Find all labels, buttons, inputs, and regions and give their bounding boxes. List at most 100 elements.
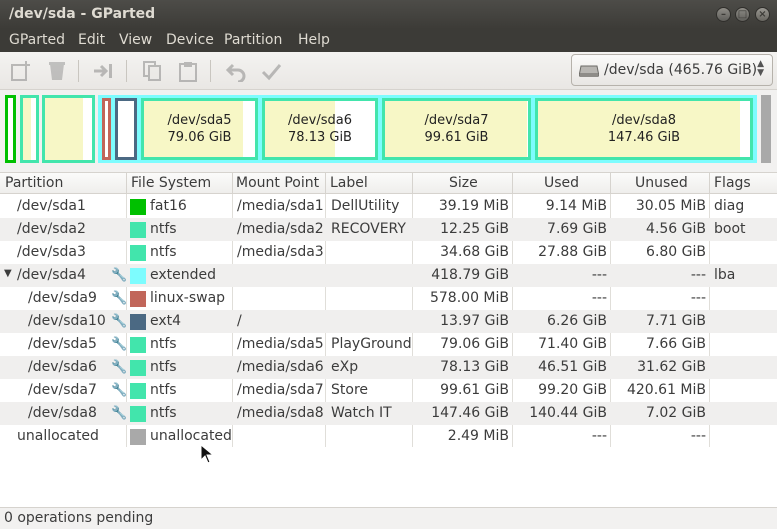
cell-size: 578.00 MiB [429,290,509,306]
table-row[interactable]: /dev/sda5 🔧 ntfs/media/sda5 PlayGround 79.06… [0,333,777,356]
mounted-key-icon: 🔧 [111,291,128,306]
cell-unused: 6.80 GiB [646,244,706,260]
cell-partition: /dev/sda8 [28,405,97,421]
mounted-key-icon: 🔧 [111,360,128,375]
table-row[interactable]: /dev/sda3 ntfs/media/sda3 34.68 GiB 27.88 G… [0,241,777,264]
cell-mountpoint: /media/sda5 [237,336,324,352]
disk-segment-sda9[interactable] [102,98,111,160]
table-row[interactable]: /dev/sda7 🔧 ntfs/media/sda7 Store 99.61 GiB 9… [0,379,777,402]
undo-icon[interactable] [225,60,247,82]
cell-size: 12.25 GiB [440,221,509,237]
window-title: /dev/sda - GParted [9,6,156,22]
disk-map: /dev/sda5 79.06 GiB /dev/sda6 78.13 GiB … [0,90,777,169]
cell-mountpoint: /media/sda8 [237,405,324,421]
menu-partition[interactable]: Partition [224,32,282,48]
disk-segment-label: /dev/sda8 [612,113,676,128]
title-bar: /dev/sda - GParted – □ × [0,0,777,29]
column-header-mountpoint[interactable]: Mount Point [236,175,319,191]
cell-partition: /dev/sda9 [28,290,97,306]
table-row[interactable]: /dev/sda8 🔧 ntfs/media/sda8 Watch IT 147.46 … [0,402,777,425]
table-row[interactable]: /dev/sda6 🔧 ntfs/media/sda6 eXp 78.13 GiB 46.… [0,356,777,379]
cell-filesystem: unallocated [150,428,232,444]
cell-mountpoint: /media/sda7 [237,382,324,398]
column-header-used[interactable]: Used [544,175,579,191]
cell-partition: unallocated [17,428,99,444]
cell-used: 7.69 GiB [547,221,607,237]
disk-segment-sda6[interactable]: /dev/sda6 78.13 GiB [262,98,378,160]
disk-segment-sda3[interactable] [42,95,95,163]
menu-device[interactable]: Device [166,32,214,48]
disk-segment-sda5[interactable]: /dev/sda5 79.06 GiB [141,98,258,160]
disk-segment-sda8[interactable]: /dev/sda8 147.46 GiB [535,98,753,160]
table-row[interactable]: /dev/sda10 🔧 ext4 / 13.97 GiB 6.26 GiB 7.71 Gi… [0,310,777,333]
cell-unused: 7.66 GiB [646,336,706,352]
cell-label: eXp [331,359,359,375]
cell-filesystem: ext4 [150,313,182,329]
mouse-cursor-icon [200,444,214,464]
table-row[interactable]: /dev/sda9 🔧 linux-swap 578.00 MiB --- --- [0,287,777,310]
cell-flags: lba [714,267,736,283]
cell-size: 34.68 GiB [440,244,509,260]
disk-segment-sda7[interactable]: /dev/sda7 99.61 GiB [382,98,531,160]
new-partition-icon[interactable] [10,60,32,82]
delete-icon[interactable] [46,60,68,82]
menu-edit[interactable]: Edit [78,32,105,48]
column-header-partition[interactable]: Partition [5,175,63,191]
maximize-icon[interactable]: □ [735,7,750,22]
cell-filesystem: ntfs [150,382,177,398]
copy-icon[interactable] [141,60,163,82]
disk-segment-unallocated[interactable] [761,95,771,163]
mounted-key-icon: 🔧 [111,406,128,421]
cell-filesystem: extended [150,267,217,283]
paste-icon[interactable] [177,60,199,82]
cell-label: Watch IT [331,405,392,421]
column-header-unused[interactable]: Unused [635,175,688,191]
table-header: Partition File System Mount Point Label … [0,172,777,195]
close-icon[interactable]: × [755,7,770,22]
cell-partition: /dev/sda10 [28,313,106,329]
disk-segment-label: /dev/sda6 [288,113,352,128]
table-row[interactable]: /dev/sda1 fat16/media/sda1 DellUtility 39.1… [0,195,777,218]
menu-view[interactable]: View [119,32,152,48]
expander-icon[interactable]: ▼ [4,268,12,279]
cell-partition: /dev/sda3 [17,244,86,260]
disk-segment-sda10[interactable] [115,98,137,160]
cell-used: --- [591,290,607,306]
menu-gparted[interactable]: GParted [9,32,65,48]
column-header-flags[interactable]: Flags [714,175,751,191]
cell-label: PlayGround [331,336,412,352]
table-row[interactable]: ▼ /dev/sda4 🔧 extended 418.79 GiB --- --- lba [0,264,777,287]
table-row[interactable]: /dev/sda2 ntfs/media/sda2 RECOVERY 12.25 Gi… [0,218,777,241]
filesystem-color-swatch [130,383,146,399]
cell-used: 6.26 GiB [547,313,607,329]
cell-unused: 4.56 GiB [646,221,706,237]
table-row[interactable]: unallocated unallocated 2.49 MiB --- --- [0,425,777,448]
column-header-size[interactable]: Size [449,175,478,191]
apply-icon[interactable] [260,60,282,82]
resize-move-icon[interactable] [92,60,114,82]
cell-size: 2.49 MiB [447,428,509,444]
column-header-label[interactable]: Label [330,175,368,191]
device-selector[interactable]: /dev/sda (465.76 GiB) ▲ ▼ [571,54,773,86]
cell-used: 27.88 GiB [538,244,607,260]
cell-partition: /dev/sda6 [28,359,97,375]
filesystem-color-swatch [130,199,146,215]
column-header-filesystem[interactable]: File System [131,175,211,191]
menu-help[interactable]: Help [298,32,330,48]
filesystem-color-swatch [130,291,146,307]
filesystem-color-swatch [130,222,146,238]
disk-segment-sda2[interactable] [20,95,39,163]
cell-unused: 30.05 MiB [635,198,706,214]
cell-used: 99.20 GiB [538,382,607,398]
filesystem-color-swatch [130,360,146,376]
mounted-key-icon: 🔧 [111,337,128,352]
disk-segment-size: 99.61 GiB [424,130,489,145]
cell-size: 418.79 GiB [431,267,509,283]
cell-size: 147.46 GiB [431,405,509,421]
minimize-icon[interactable]: – [716,7,731,22]
cell-mountpoint: /media/sda6 [237,359,324,375]
cell-filesystem: fat16 [150,198,187,214]
cell-size: 13.97 GiB [440,313,509,329]
device-selector-value: /dev/sda (465.76 GiB) [604,62,758,78]
disk-segment-sda1[interactable] [5,95,16,163]
